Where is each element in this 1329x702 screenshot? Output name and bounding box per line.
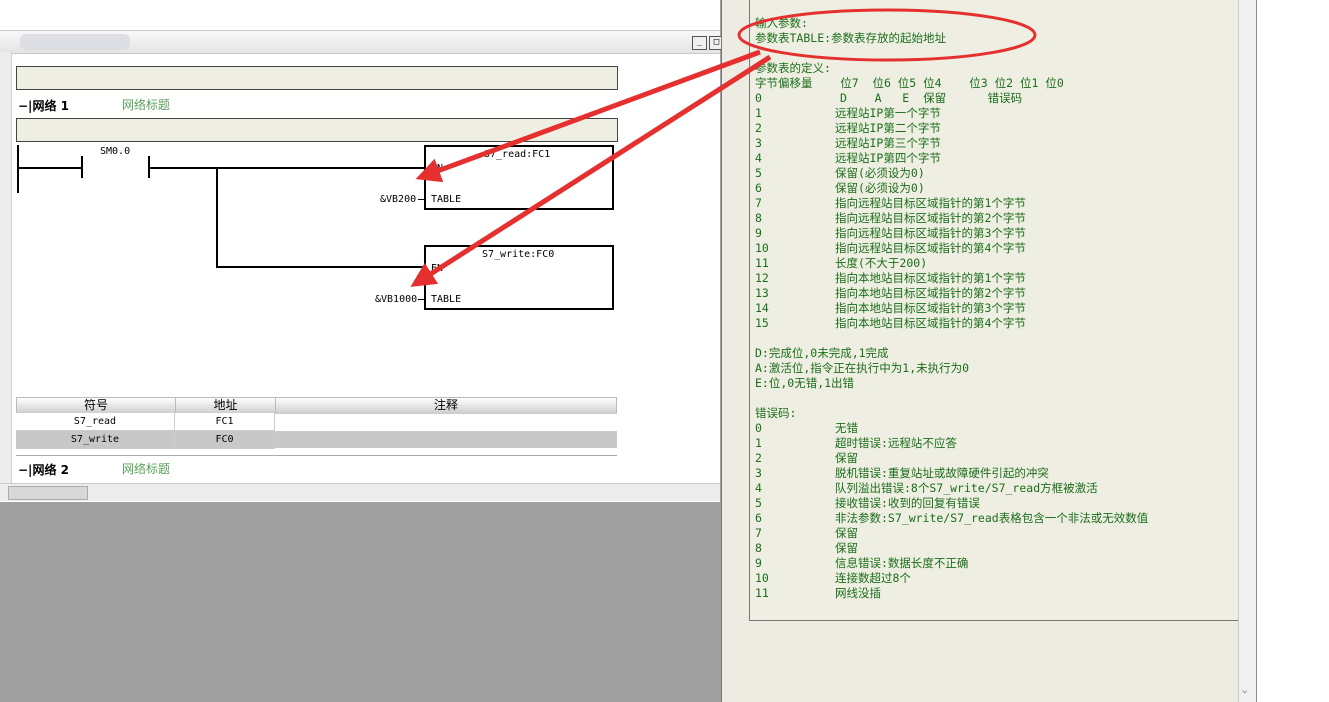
table-def-row-offset: 3	[755, 136, 762, 150]
arrow-to-s7-read	[415, 49, 761, 183]
table-def-row-offset: 4	[755, 151, 762, 165]
error-code-row-text: 队列溢出错误:8个S7_write/S7_read方框被激活	[835, 481, 1098, 495]
table-def-row-text: 指向本地站目标区域指针的第3个字节	[835, 301, 1026, 315]
table-def-row-offset: 15	[755, 316, 769, 330]
error-code-row-offset: 5	[755, 496, 762, 510]
error-code-row-offset: 3	[755, 466, 762, 480]
table-def-row-text: 保留(必须设为0)	[835, 181, 925, 195]
error-code-row-offset: 8	[755, 541, 762, 555]
error-code-row-text: 信息错误:数据长度不正确	[835, 556, 969, 570]
table-def-row-text: D A E 保留 错误码	[840, 91, 1023, 105]
table-def-row-text: 指向远程站目标区域指针的第3个字节	[835, 226, 1026, 240]
error-code-row-offset: 10	[755, 571, 769, 585]
error-code-row-offset: 11	[755, 586, 769, 600]
table-def-row-offset: 8	[755, 211, 762, 225]
table-def-row-offset: 12	[755, 271, 769, 285]
error-code-row-offset: 2	[755, 451, 762, 465]
error-code-row-text: 连接数超过8个	[835, 571, 911, 585]
error-code-row-text: 保留	[835, 526, 858, 540]
error-code-row-text: 脱机错误:重复站址或故障硬件引起的冲突	[835, 466, 1049, 480]
table-def-row-offset: 14	[755, 301, 769, 315]
error-code-row-text: 接收错误:收到的回复有错误	[835, 496, 980, 510]
table-def-row-text: 远程站IP第一个字节	[835, 106, 941, 120]
error-code-row-text: 无错	[835, 421, 858, 435]
table-def-row-text: 长度(不大于200)	[835, 256, 928, 270]
error-code-row-offset: 9	[755, 556, 762, 570]
error-code-row-text: 保留	[835, 541, 858, 555]
table-def-row-text: 指向远程站目标区域指针的第2个字节	[835, 211, 1026, 225]
table-def-row-text: 指向本地站目标区域指针的第2个字节	[835, 286, 1026, 300]
highlight-ellipse	[737, 8, 1037, 62]
table-def-row-offset: 5	[755, 166, 762, 180]
table-def-row-text: 指向远程站目标区域指针的第4个字节	[835, 241, 1026, 255]
arrow-to-s7-write	[410, 54, 772, 287]
table-def-row-offset: 7	[755, 196, 762, 210]
table-def-row-offset: 10	[755, 241, 769, 255]
table-def-row-offset: 11	[755, 256, 769, 270]
error-code-row-offset: 4	[755, 481, 762, 495]
annotation-overlay	[410, 8, 1037, 287]
error-code-row-text: 超时错误:远程站不应答	[835, 436, 957, 450]
table-def-row-offset: 13	[755, 286, 769, 300]
table-def-row-text: 指向本地站目标区域指针的第4个字节	[835, 316, 1026, 330]
table-def-row-offset: 0	[755, 91, 762, 105]
table-def-row-text: 指向本地站目标区域指针的第1个字节	[835, 271, 1026, 285]
table-def-row-text: 指向远程站目标区域指针的第1个字节	[835, 196, 1026, 210]
table-def-row-text: 远程站IP第二个字节	[835, 121, 941, 135]
error-code-row-text: 非法参数:S7_write/S7_read表格包含一个非法或无效数值	[835, 511, 1149, 525]
error-code-row-offset: 0	[755, 421, 762, 435]
error-code-row-text: 保留	[835, 451, 858, 465]
error-code-row-offset: 1	[755, 436, 762, 450]
table-def-row-text: 远程站IP第三个字节	[835, 136, 941, 150]
table-def-row-text: 保留(必须设为0)	[835, 166, 925, 180]
error-code-row-offset: 6	[755, 511, 762, 525]
table-def-row-offset: 9	[755, 226, 762, 240]
table-def-row-text: 远程站IP第四个字节	[835, 151, 941, 165]
table-def-row-offset: 2	[755, 121, 762, 135]
error-code-row-offset: 7	[755, 526, 762, 540]
table-def-row-offset: 6	[755, 181, 762, 195]
error-code-row-text: 网线没插	[835, 586, 881, 600]
table-def-row-offset: 1	[755, 106, 762, 120]
